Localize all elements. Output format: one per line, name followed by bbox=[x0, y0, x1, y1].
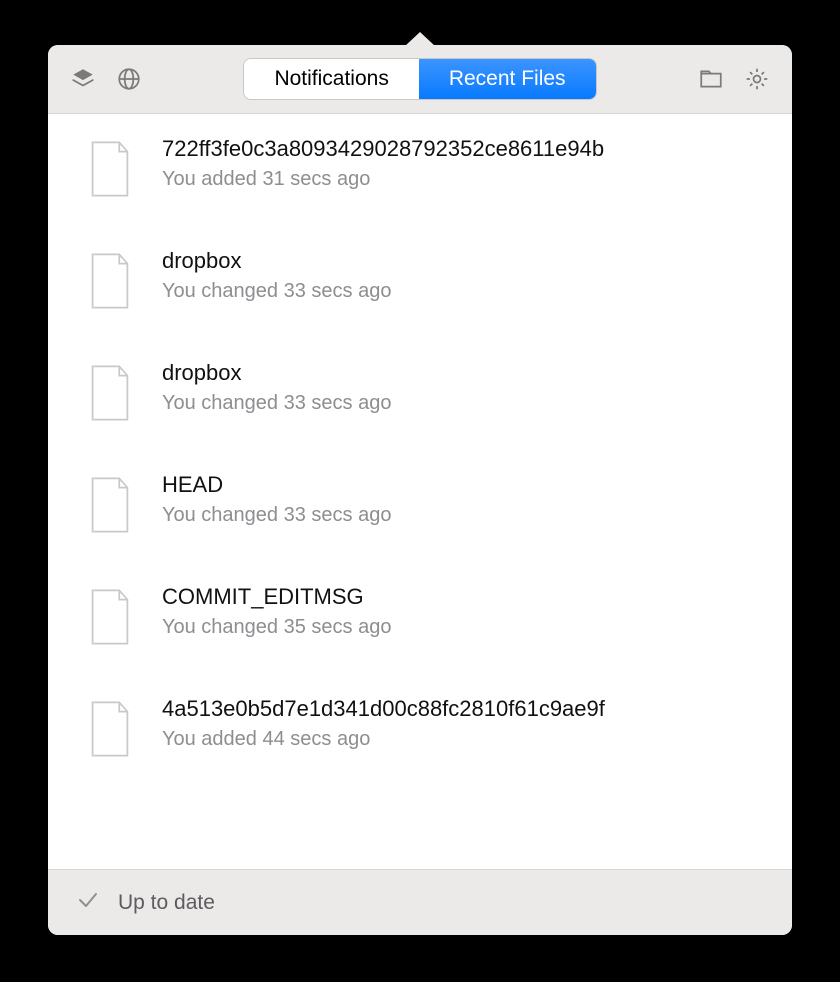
file-item[interactable]: dropbox You changed 33 secs ago bbox=[48, 338, 792, 450]
file-text: dropbox You changed 33 secs ago bbox=[162, 360, 754, 415]
file-list-container: 722ff3fe0c3a8093429028792352ce8611e94b Y… bbox=[48, 114, 792, 869]
dropbox-popover: Notifications Recent Files bbox=[48, 45, 792, 935]
file-icon bbox=[86, 140, 134, 198]
file-name: 722ff3fe0c3a8093429028792352ce8611e94b bbox=[162, 136, 754, 162]
file-meta: You changed 33 secs ago bbox=[162, 280, 754, 303]
file-meta: You changed 33 secs ago bbox=[162, 392, 754, 415]
file-name: dropbox bbox=[162, 360, 754, 386]
status-text: Up to date bbox=[118, 891, 215, 915]
file-name: HEAD bbox=[162, 472, 754, 498]
file-item[interactable]: 4a513e0b5d7e1d341d00c88fc2810f61c9ae9f Y… bbox=[48, 674, 792, 786]
file-text: 722ff3fe0c3a8093429028792352ce8611e94b Y… bbox=[162, 136, 754, 191]
file-text: dropbox You changed 33 secs ago bbox=[162, 248, 754, 303]
file-meta: You changed 33 secs ago bbox=[162, 504, 754, 527]
file-name: 4a513e0b5d7e1d341d00c88fc2810f61c9ae9f bbox=[162, 696, 754, 722]
tab-recent-files[interactable]: Recent Files bbox=[419, 59, 596, 99]
popover-arrow bbox=[405, 32, 435, 46]
file-meta: You added 31 secs ago bbox=[162, 168, 754, 191]
file-item[interactable]: COMMIT_EDITMSG You changed 35 secs ago bbox=[48, 562, 792, 674]
file-icon bbox=[86, 588, 134, 646]
header-toolbar: Notifications Recent Files bbox=[48, 45, 792, 114]
file-icon bbox=[86, 700, 134, 758]
status-footer: Up to date bbox=[48, 869, 792, 935]
file-text: 4a513e0b5d7e1d341d00c88fc2810f61c9ae9f Y… bbox=[162, 696, 754, 751]
gear-icon[interactable] bbox=[742, 64, 772, 94]
globe-icon[interactable] bbox=[114, 64, 144, 94]
folder-icon[interactable] bbox=[696, 64, 726, 94]
file-meta: You changed 35 secs ago bbox=[162, 616, 754, 639]
file-item[interactable]: dropbox You changed 33 secs ago bbox=[48, 226, 792, 338]
dropbox-icon[interactable] bbox=[68, 64, 98, 94]
file-name: COMMIT_EDITMSG bbox=[162, 584, 754, 610]
file-item[interactable]: HEAD You changed 33 secs ago bbox=[48, 450, 792, 562]
file-icon bbox=[86, 252, 134, 310]
file-text: COMMIT_EDITMSG You changed 35 secs ago bbox=[162, 584, 754, 639]
file-icon bbox=[86, 476, 134, 534]
tab-notifications[interactable]: Notifications bbox=[244, 59, 418, 99]
check-icon bbox=[76, 888, 100, 917]
file-icon bbox=[86, 364, 134, 422]
file-list: 722ff3fe0c3a8093429028792352ce8611e94b Y… bbox=[48, 114, 792, 786]
file-text: HEAD You changed 33 secs ago bbox=[162, 472, 754, 527]
file-name: dropbox bbox=[162, 248, 754, 274]
file-meta: You added 44 secs ago bbox=[162, 728, 754, 751]
tab-segmented-control: Notifications Recent Files bbox=[244, 59, 595, 99]
file-item[interactable]: 722ff3fe0c3a8093429028792352ce8611e94b Y… bbox=[48, 114, 792, 226]
